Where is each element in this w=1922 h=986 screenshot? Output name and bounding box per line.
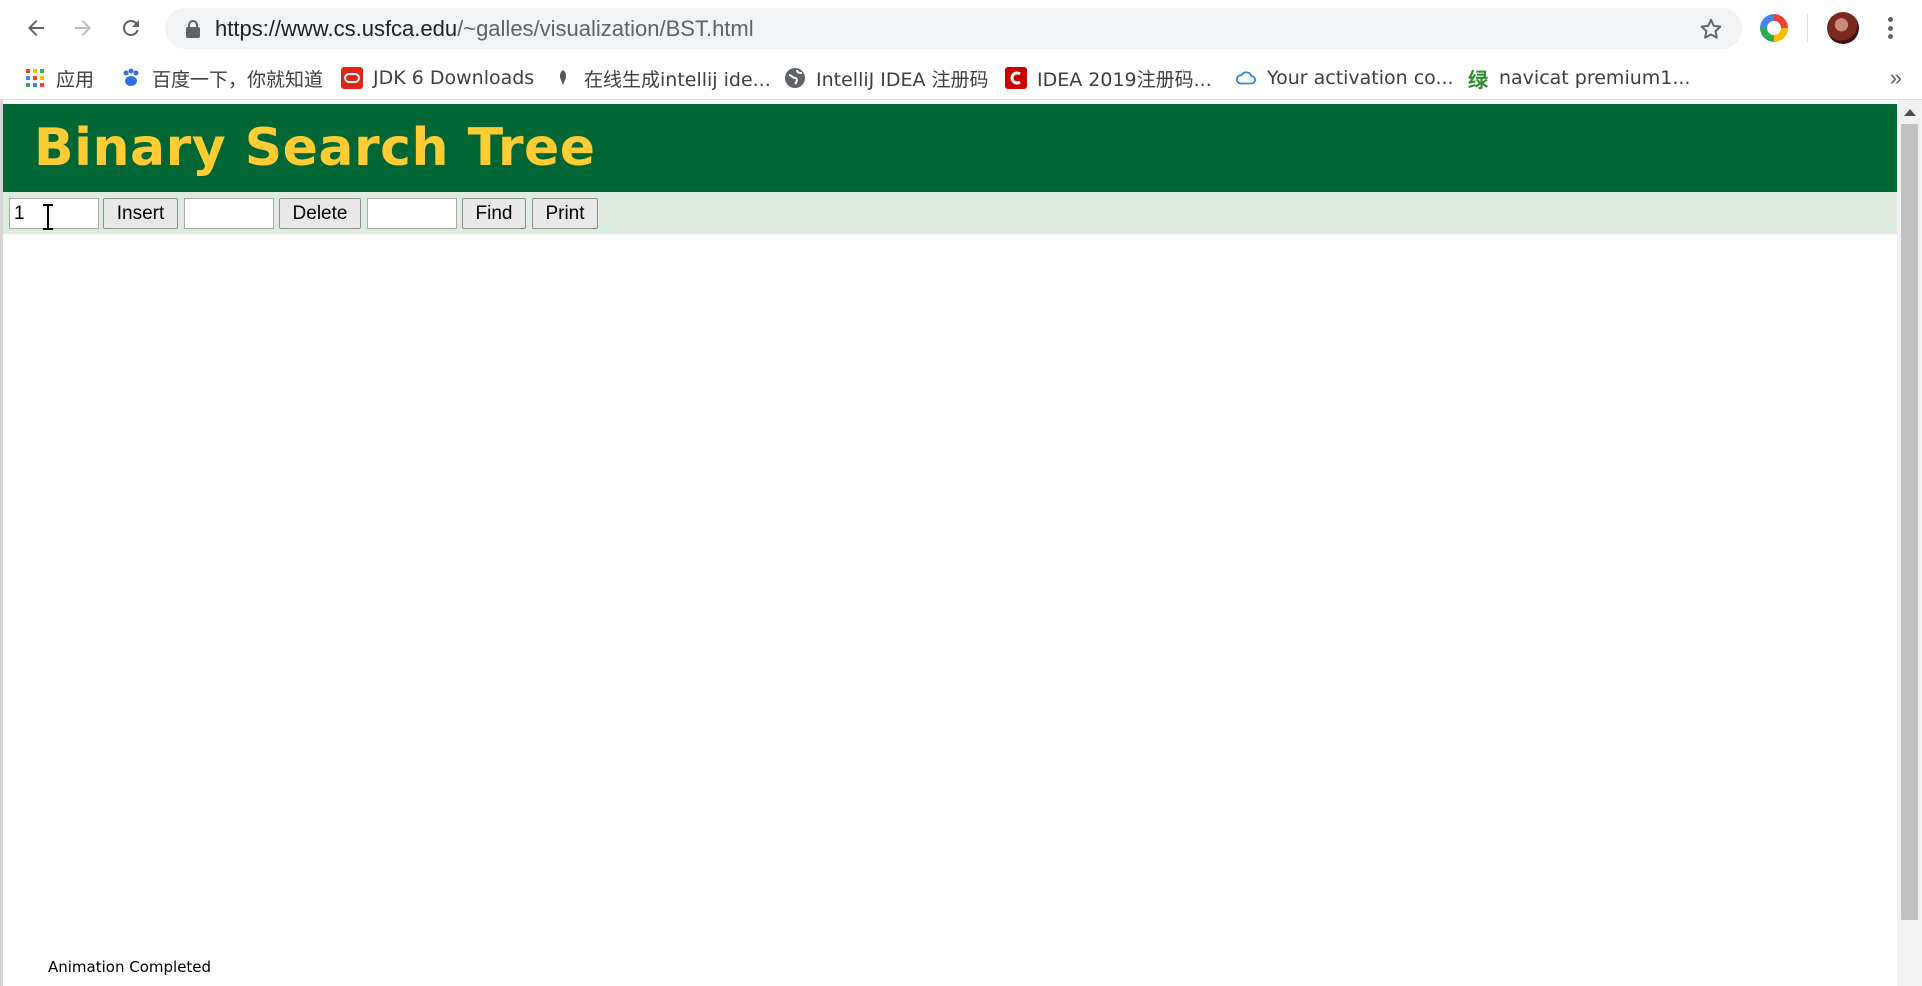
address-bar[interactable]: https://www.cs.usfca.edu/~galles/visuali… — [165, 8, 1742, 49]
page-title: Binary Search Tree — [34, 118, 596, 178]
bookmark-intellij-generator[interactable]: 在线生成intellij ide... — [552, 56, 771, 100]
toolbar-divider — [1807, 14, 1808, 42]
url-path: /~galles/visualization/BST.html — [457, 16, 754, 41]
url-text[interactable]: https://www.cs.usfca.edu/~galles/visuali… — [215, 8, 754, 49]
visualization-canvas[interactable] — [3, 234, 1899, 986]
bookmark-label: JDK 6 Downloads — [373, 67, 535, 89]
apps-grid-icon — [24, 67, 46, 89]
algorithm-controls: Insert Delete Find Print — [3, 192, 1899, 234]
bookmark-label: navicat premium1... — [1499, 67, 1691, 89]
oracle-icon — [341, 67, 363, 89]
baidu-paw-icon — [120, 67, 142, 89]
print-button[interactable]: Print — [532, 198, 598, 229]
profile-avatar[interactable] — [1827, 12, 1859, 44]
page-scrollbar[interactable] — [1897, 100, 1922, 986]
scroll-thumb[interactable] — [1901, 124, 1918, 920]
insert-button[interactable]: Insert — [103, 198, 178, 229]
bookmarks-overflow-button[interactable]: » — [1890, 56, 1902, 100]
text-cursor-icon — [43, 204, 53, 230]
back-button[interactable] — [18, 10, 54, 46]
reload-icon — [122, 19, 139, 36]
bookmark-idea-2019[interactable]: IDEA 2019注册码... — [1005, 56, 1212, 100]
bookmark-label: IDEA 2019注册码... — [1037, 68, 1212, 91]
arrow-right-icon — [75, 20, 91, 36]
find-input[interactable] — [367, 198, 457, 229]
cloud-icon — [1235, 67, 1257, 89]
extension-icon[interactable] — [1760, 14, 1788, 42]
more-menu-icon[interactable] — [1880, 14, 1900, 42]
bookmark-activation[interactable]: Your activation co... — [1235, 56, 1454, 100]
delete-input[interactable] — [184, 198, 274, 229]
csdn-c-icon — [1005, 67, 1027, 89]
url-host: https://www.cs.usfca.edu — [215, 16, 458, 41]
bookmark-intellij-code[interactable]: IntelliJ IDEA 注册码 — [784, 56, 989, 100]
bookmark-label: 应用 — [56, 68, 95, 91]
page-header: Binary Search Tree — [3, 104, 1899, 192]
bookmark-apps[interactable]: 应用 — [24, 56, 94, 100]
bookmark-navicat[interactable]: 绿 navicat premium1... — [1467, 56, 1690, 100]
animation-status: Animation Completed — [48, 958, 212, 976]
bookmark-baidu[interactable]: 百度一下，你就知道 — [120, 56, 323, 100]
browser-toolbar: https://www.cs.usfca.edu/~galles/visuali… — [0, 0, 1922, 56]
page-viewport: Binary Search Tree Insert Delete Find Pr… — [0, 100, 1922, 986]
bookmark-jdk[interactable]: JDK 6 Downloads — [341, 56, 534, 100]
bookmark-label: 百度一下，你就知道 — [152, 68, 324, 91]
globe-icon — [784, 67, 806, 89]
bookmark-label: IntelliJ IDEA 注册码 — [816, 68, 989, 91]
forward-button[interactable] — [65, 10, 101, 46]
bookmark-label: Your activation co... — [1267, 67, 1454, 89]
scroll-up-arrow-icon[interactable] — [1897, 102, 1922, 122]
bookmarks-bar: 应用 百度一下，你就知道 JDK 6 Downloads 在线生成intelli… — [0, 56, 1922, 100]
bookmark-star-icon[interactable] — [1698, 16, 1724, 42]
find-button[interactable]: Find — [462, 198, 526, 229]
green-char-icon: 绿 — [1468, 67, 1488, 92]
delete-button[interactable]: Delete — [279, 198, 361, 229]
reload-button[interactable] — [113, 10, 149, 46]
bookmark-label: 在线生成intellij ide... — [584, 68, 771, 91]
lock-icon — [186, 20, 200, 38]
feather-icon — [552, 67, 574, 89]
arrow-left-icon — [28, 20, 44, 36]
